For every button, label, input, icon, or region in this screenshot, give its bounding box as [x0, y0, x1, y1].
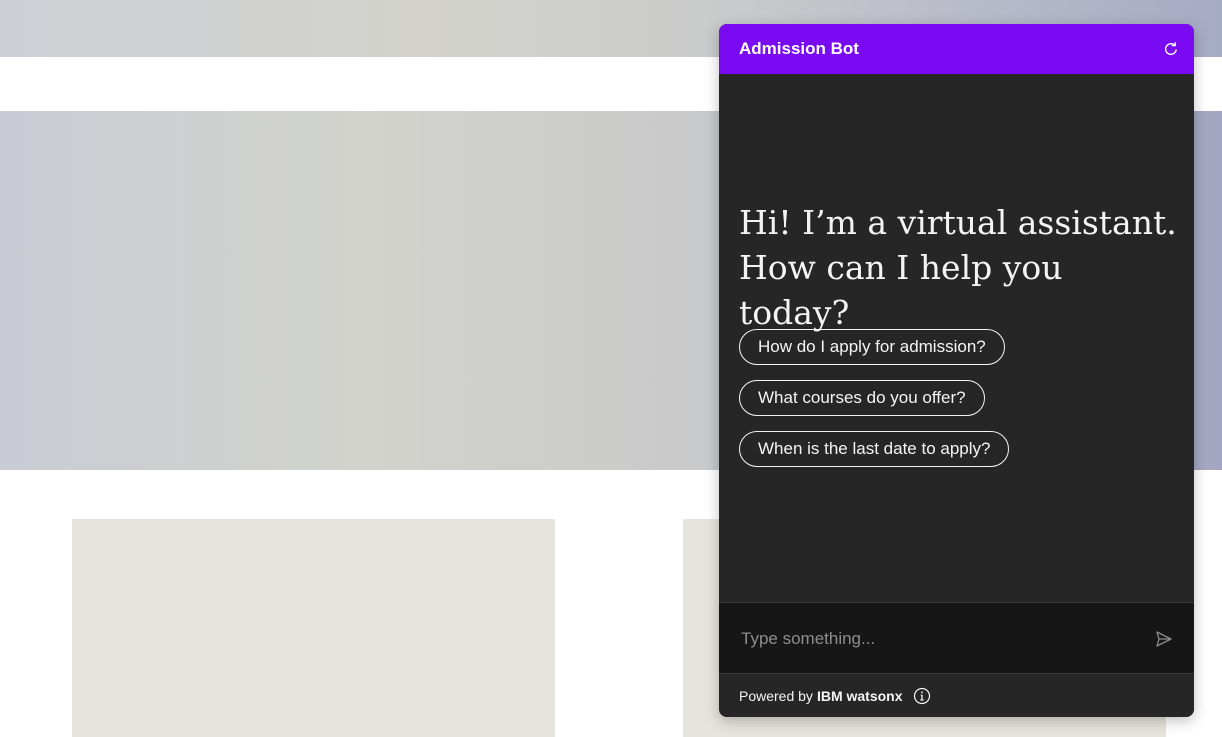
chat-title: Admission Bot [739, 39, 859, 58]
suggestion-apply-admission[interactable]: How do I apply for admission? [739, 329, 1005, 365]
suggestion-list: How do I apply for admission? What cours… [739, 329, 1010, 467]
welcome-message: Hi! I’m a virtual assistant. How can I h… [739, 200, 1179, 335]
chat-header: Admission Bot [719, 24, 1194, 74]
welcome-line: How can I help you today? [739, 248, 1063, 332]
page: Admission Bot Hi! I’m a virtual assistan… [0, 0, 1222, 737]
restart-button[interactable] [1162, 40, 1180, 58]
message-input[interactable] [739, 622, 1143, 655]
chat-widget: Admission Bot Hi! I’m a virtual assistan… [719, 24, 1194, 717]
suggestion-courses[interactable]: What courses do you offer? [739, 380, 985, 416]
restart-icon [1165, 42, 1177, 56]
chat-footer: Powered by IBM watsonx [719, 673, 1194, 717]
brand-name: IBM watsonx [816, 688, 903, 704]
send-button[interactable] [1154, 629, 1174, 649]
powered-by-label: Powered by [739, 688, 813, 704]
content-card [72, 519, 555, 737]
info-icon [913, 687, 930, 705]
welcome-line: Hi! I’m a virtual assistant. [739, 203, 1177, 242]
send-icon [1156, 631, 1172, 647]
chat-messages: Hi! I’m a virtual assistant. How can I h… [719, 74, 1194, 602]
suggestion-last-date[interactable]: When is the last date to apply? [739, 431, 1010, 467]
chat-input-area [719, 602, 1194, 674]
info-button[interactable] [913, 687, 931, 705]
